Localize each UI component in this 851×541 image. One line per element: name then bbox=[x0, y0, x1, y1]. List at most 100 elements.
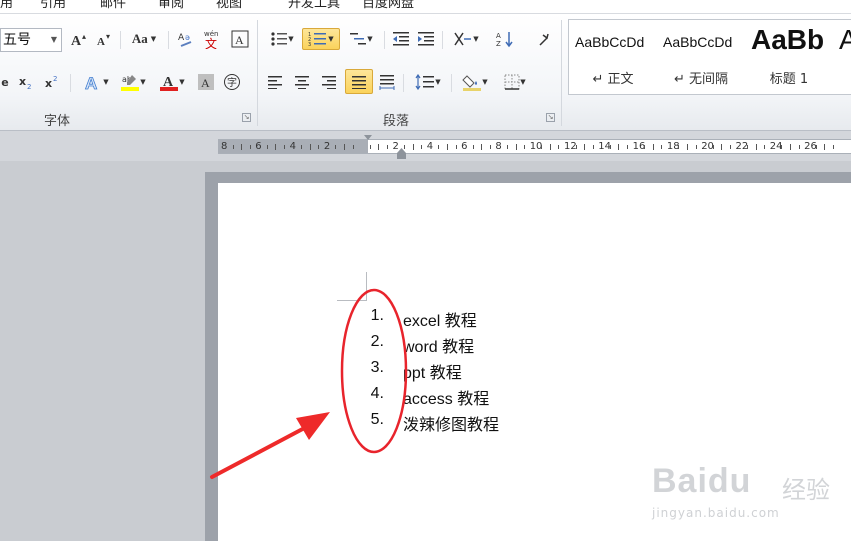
svg-text:A: A bbox=[71, 34, 82, 47]
justify-icon bbox=[352, 75, 366, 89]
menu-item-developer[interactable]: 开发工具 bbox=[288, 0, 340, 11]
ruler-tick bbox=[729, 145, 731, 149]
character-shading-button[interactable]: A bbox=[196, 71, 216, 93]
chevron-down-icon: ▼ bbox=[150, 35, 157, 43]
text-effects-button[interactable]: A ▼ bbox=[78, 71, 114, 93]
ruler-tick bbox=[438, 145, 440, 149]
paragraph-dialog-launcher-icon[interactable]: ↘ bbox=[546, 113, 555, 122]
ruler-tick bbox=[455, 145, 457, 149]
justify-button[interactable] bbox=[345, 69, 373, 94]
ruler-tick bbox=[404, 145, 406, 149]
font-dialog-launcher-icon[interactable]: ↘ bbox=[242, 113, 251, 122]
grow-font-button[interactable]: A ▴ bbox=[68, 28, 90, 50]
chevron-down-icon: ▼ bbox=[473, 35, 479, 43]
subscript-button[interactable]: x2 bbox=[16, 71, 38, 93]
menu-item-mailings[interactable]: 邮件 bbox=[100, 0, 126, 11]
font-color-button[interactable]: A ▼ bbox=[154, 71, 190, 93]
ruler-tick bbox=[678, 145, 680, 149]
align-right-icon bbox=[322, 76, 336, 89]
ruler-tick bbox=[618, 144, 620, 150]
increase-indent-button[interactable] bbox=[415, 28, 437, 50]
menu-item-baidu-netdisk[interactable]: 百度网盘 bbox=[362, 0, 414, 11]
svg-text:A: A bbox=[201, 76, 210, 90]
style-heading-2-partial[interactable]: A bbox=[833, 20, 851, 94]
menu-item-references[interactable]: 引用 bbox=[40, 0, 66, 11]
paragraph-group-label: 段落 bbox=[383, 114, 410, 129]
menu-item-view[interactable]: 视图 bbox=[216, 0, 242, 11]
align-left-button[interactable] bbox=[264, 71, 286, 93]
show-hide-marks-button[interactable] bbox=[532, 28, 554, 50]
menu-item-partial[interactable]: 用 bbox=[0, 0, 13, 11]
ruler-tick bbox=[661, 145, 663, 149]
chevron-down-icon: ▼ bbox=[367, 35, 373, 43]
chinese-layout-icon bbox=[454, 32, 472, 46]
character-border-icon: A bbox=[231, 30, 249, 48]
ruler-tick bbox=[627, 145, 629, 149]
watermark-url: jingyan.baidu.com bbox=[652, 506, 780, 520]
highlight-color-button[interactable]: ab ▼ bbox=[115, 71, 151, 93]
ruler-tick bbox=[695, 145, 697, 149]
ruler-tick bbox=[515, 144, 517, 150]
margin-corner-mark bbox=[337, 300, 367, 301]
strikethrough-button-partial[interactable]: e bbox=[0, 71, 10, 93]
align-center-button[interactable] bbox=[291, 71, 313, 93]
watermark-cn-text: 经验 bbox=[782, 476, 830, 504]
first-line-indent-marker[interactable] bbox=[364, 135, 372, 140]
shrink-font-button[interactable]: A ▾ bbox=[93, 28, 115, 50]
distributed-icon bbox=[379, 75, 395, 90]
chevron-down-icon: ▼ bbox=[482, 78, 488, 86]
decrease-indent-icon bbox=[393, 32, 409, 46]
ruler-tick bbox=[764, 145, 766, 149]
font-size-select[interactable]: 五号 ▼ bbox=[0, 28, 62, 52]
chevron-down-icon: ▼ bbox=[520, 78, 526, 86]
svg-text:2: 2 bbox=[53, 75, 57, 83]
ruler-tick bbox=[652, 144, 654, 150]
style-no-spacing[interactable]: AaBbCcDd ↵ 无间隔 bbox=[657, 20, 745, 94]
style-name: 标题 1 bbox=[769, 72, 809, 87]
svg-text:x: x bbox=[19, 75, 26, 88]
increase-indent-icon bbox=[418, 32, 434, 46]
borders-button[interactable]: ▼ bbox=[497, 71, 533, 93]
ruler-tick bbox=[824, 144, 826, 150]
numbering-button[interactable]: 123 ▼ bbox=[302, 28, 340, 50]
chevron-down-icon: ▼ bbox=[50, 35, 57, 44]
ruler-tick bbox=[318, 145, 320, 149]
list-text: ppt 教程 bbox=[403, 365, 462, 382]
ruler-tick bbox=[755, 144, 757, 150]
separator bbox=[403, 74, 404, 92]
distributed-button[interactable] bbox=[376, 71, 398, 93]
ruler-tick bbox=[335, 145, 337, 149]
svg-text:x: x bbox=[45, 77, 52, 90]
style-sample: AaBb bbox=[751, 24, 825, 55]
align-right-button[interactable] bbox=[318, 71, 340, 93]
svg-text:3: 3 bbox=[308, 42, 311, 47]
style-normal[interactable]: AaBbCcDd ↵ 正文 bbox=[569, 20, 657, 94]
ruler-tick bbox=[412, 144, 414, 150]
clear-formatting-button[interactable]: Aə bbox=[175, 28, 197, 50]
ruler-tick bbox=[421, 145, 423, 149]
line-spacing-button[interactable]: ▼ bbox=[410, 71, 446, 93]
multilevel-list-button[interactable]: ▼ bbox=[343, 28, 379, 50]
ruler-tick bbox=[712, 145, 714, 149]
superscript-button[interactable]: x2 bbox=[42, 71, 64, 93]
change-case-button[interactable]: Aa ▼ bbox=[126, 28, 162, 50]
phonetic-guide-button[interactable]: wén 文 bbox=[201, 28, 225, 50]
decrease-indent-button[interactable] bbox=[390, 28, 412, 50]
style-heading-1[interactable]: AaBb 标题 1 bbox=[745, 20, 833, 94]
chevron-down-icon: ▼ bbox=[435, 78, 441, 86]
character-border-button[interactable]: A bbox=[230, 28, 250, 50]
ruler-tick bbox=[369, 145, 371, 149]
highlighter-icon: ab bbox=[121, 75, 140, 91]
menu-item-review[interactable]: 审阅 bbox=[158, 0, 184, 11]
ruler-tick-label: 6 bbox=[461, 141, 468, 152]
styles-gallery: AaBbCcDd ↵ 正文 AaBbCcDd ↵ 无间隔 AaBb 标题 1 A bbox=[568, 19, 851, 95]
shading-button[interactable]: ▼ bbox=[457, 71, 493, 93]
paint-bucket-icon bbox=[462, 75, 482, 91]
horizontal-ruler[interactable]: 8 6 4 2 2 4 6 8 10 12 14 16 18 20 22 24 26 bbox=[218, 139, 851, 154]
enclose-characters-button[interactable]: 字 bbox=[222, 71, 242, 93]
group-separator bbox=[257, 20, 258, 126]
list-number: 1. bbox=[370, 307, 384, 324]
sort-button[interactable]: AZ bbox=[494, 28, 518, 50]
chinese-layout-button[interactable]: ▼ bbox=[448, 28, 484, 50]
bullets-button[interactable]: ▼ bbox=[264, 28, 300, 50]
